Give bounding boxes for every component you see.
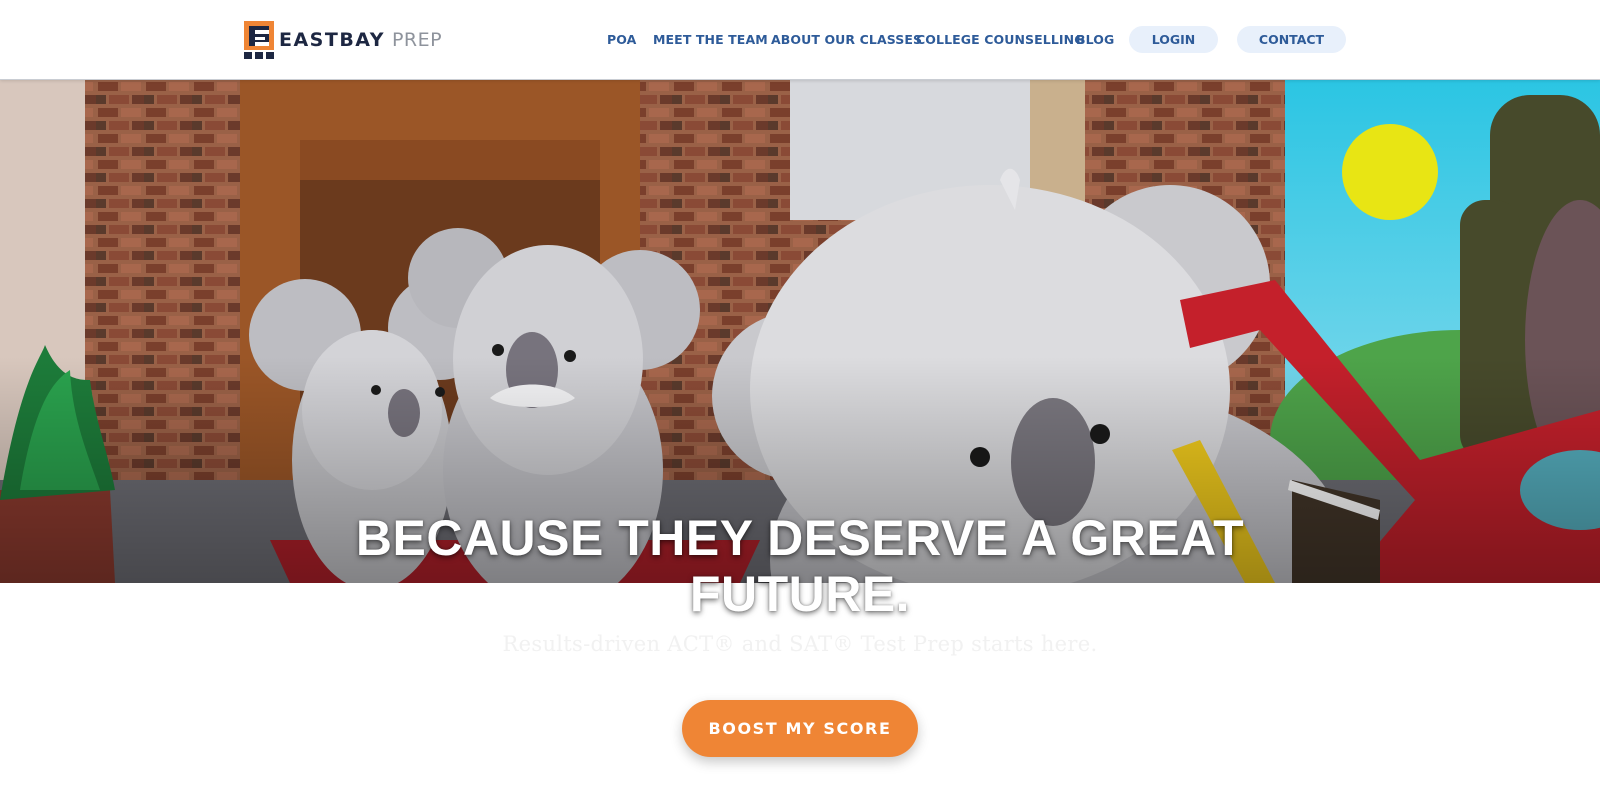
hero-headline-line-2: FUTURE. bbox=[689, 566, 911, 622]
nav-link-blog[interactable]: BLOG bbox=[1076, 26, 1114, 54]
nav-link-meet-the-team[interactable]: MEET THE TEAM bbox=[653, 26, 768, 54]
boost-my-score-button[interactable]: BOOST MY SCORE bbox=[682, 700, 918, 757]
hero-banner bbox=[0, 80, 1600, 583]
contact-button[interactable]: CONTACT bbox=[1237, 26, 1346, 53]
nav-link-college-counselling[interactable]: COLLEGE COUNSELLING bbox=[916, 26, 1085, 54]
hero-headline-line-1: BECAUSE THEY DESERVE A GREAT bbox=[355, 510, 1245, 566]
koala-family-illustration bbox=[0, 80, 1600, 583]
main-navigation: POA MEET THE TEAM ABOUT OUR CLASSES COLL… bbox=[0, 26, 1600, 54]
nav-link-poa[interactable]: POA bbox=[607, 26, 636, 54]
hero-subheadline: Results-driven ACT® and SAT® Test Prep s… bbox=[502, 632, 1098, 656]
nav-link-about-our-classes[interactable]: ABOUT OUR CLASSES bbox=[771, 26, 922, 54]
login-button[interactable]: LOGIN bbox=[1129, 26, 1218, 53]
site-header: EASTBAY PREP POA MEET THE TEAM ABOUT OUR… bbox=[0, 0, 1600, 80]
hero-headline: BECAUSE THEY DESERVE A GREAT FUTURE. bbox=[0, 510, 1600, 622]
